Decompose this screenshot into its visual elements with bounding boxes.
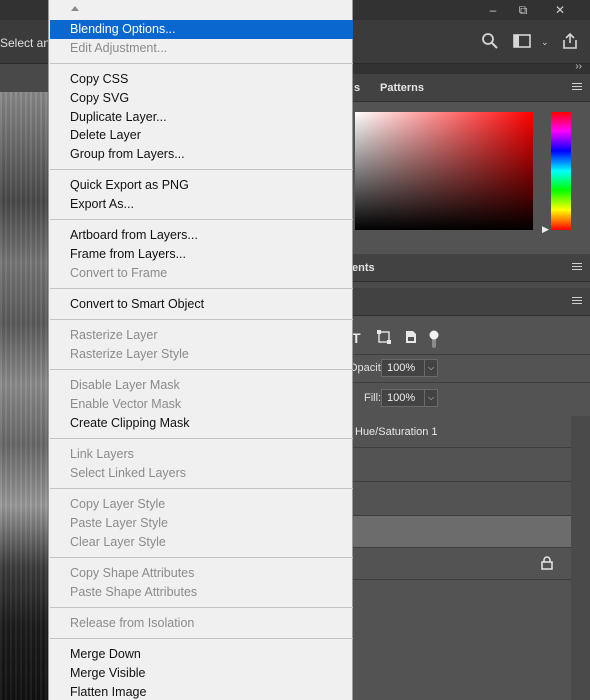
menu-item-copy-layer-style: Copy Layer Style	[70, 497, 166, 511]
document-canvas[interactable]	[0, 64, 48, 700]
menu-separator	[50, 219, 353, 221]
lock-icon	[541, 556, 553, 573]
menu-item-copy-css[interactable]: Copy CSS	[50, 70, 353, 89]
fill-dropdown[interactable]: ⌵	[424, 389, 438, 407]
menu-separator	[50, 488, 353, 489]
menu-item-copy-svg[interactable]: Copy SVG	[50, 89, 353, 108]
layers-divider	[353, 382, 590, 383]
layer-context-menu: Blending Options... Edit Adjustment... Cop…	[48, 0, 353, 700]
menu-item-frame-from-layers[interactable]: Frame from Layers...	[50, 245, 353, 264]
menu-item-clear-layer-style: Clear Layer Style	[70, 534, 166, 549]
photo-preview	[0, 92, 48, 700]
menu-separator	[50, 319, 353, 321]
scroll-up-button[interactable]	[49, 0, 354, 20]
menu-item-convert-to-frame: Convert to Frame	[70, 265, 168, 280]
restore-icon[interactable]: ⧉	[508, 0, 538, 20]
menu-item-duplicate-layer[interactable]: Duplicate Layer...	[50, 108, 353, 127]
menu-item-release-from-isolation: Release from Isolation	[70, 615, 195, 630]
menu-separator	[50, 288, 353, 289]
menu-item-enable-vector-mask: Enable Vector Mask	[70, 397, 182, 411]
hue-slider-handle-icon[interactable]: ▶	[542, 224, 549, 235]
menu-item-group-from-layers[interactable]: Group from Layers...	[50, 145, 353, 164]
panel-collapse-bar[interactable]: ››	[353, 61, 590, 74]
tab-adjustments[interactable]: ents	[352, 262, 375, 274]
menu-item-quick-export-as-png[interactable]: Quick Export as PNG	[50, 176, 353, 195]
double-chevron-icon[interactable]: ››	[575, 61, 582, 72]
chevron-down-icon[interactable]: ⌄	[541, 32, 549, 52]
panel-menu-icon[interactable]	[572, 263, 582, 271]
menu-item-edit-adjustment: Edit Adjustment...	[70, 40, 168, 55]
menu-item-create-clipping-mask[interactable]: Create Clipping Mask	[50, 414, 353, 433]
menu-item-link-layers: Link Layers	[70, 447, 134, 461]
document-tab[interactable]	[0, 64, 48, 92]
fill-field[interactable]: 100%	[381, 389, 425, 407]
layers-divider	[353, 354, 590, 355]
menu-item-flatten-image[interactable]: Flatten Image	[50, 683, 353, 700]
menu-item-disable-layer-mask: Disable Layer Mask	[70, 378, 180, 393]
opacity-dropdown[interactable]: ⌵	[424, 359, 438, 377]
fill-label: Fill:	[364, 392, 382, 404]
tab-patterns[interactable]: Patterns	[380, 82, 424, 94]
layer-row-background[interactable]	[353, 548, 571, 580]
share-icon[interactable]	[561, 32, 579, 55]
layer-row[interactable]	[353, 482, 571, 516]
scroll-up-icon	[71, 6, 79, 11]
panel-menu-icon[interactable]	[572, 83, 582, 91]
menu-separator	[50, 556, 353, 558]
layers-scrollbar[interactable]	[571, 416, 590, 700]
type-layer-filter-icon[interactable]: T	[352, 330, 361, 346]
layer-row[interactable]	[353, 448, 571, 482]
menu-separator	[50, 638, 353, 639]
adjustments-panel-tabs: ents	[352, 254, 590, 282]
color-picker-field[interactable]	[355, 112, 533, 230]
shape-layer-filter-icon[interactable]	[377, 330, 391, 347]
menu-item-paste-layer-style: Paste Layer Style	[70, 515, 168, 530]
menu-separator	[50, 438, 353, 439]
menu-item-copy-shape-attributes: Copy Shape Attributes	[70, 565, 195, 580]
search-icon[interactable]	[481, 32, 499, 55]
menu-item-paste-shape-attributes: Paste Shape Attributes	[70, 584, 198, 599]
menu-item-rasterize-layer-style: Rasterize Layer Style	[70, 347, 189, 361]
menu-item-artboard-from-layers[interactable]: Artboard from Layers...	[50, 226, 353, 245]
panel-menu-icon[interactable]	[572, 297, 582, 305]
menu-item-merge-visible[interactable]: Merge Visible	[50, 664, 353, 683]
menu-item-select-linked-layers: Select Linked Layers	[70, 465, 187, 480]
hue-slider[interactable]	[551, 112, 571, 230]
layer-row-selected[interactable]	[353, 516, 571, 548]
smart-object-filter-icon[interactable]	[405, 330, 417, 347]
layers-panel-tabs	[353, 288, 590, 316]
tab-swatches[interactable]: s	[354, 82, 360, 94]
menu-item-convert-to-smart-object[interactable]: Convert to Smart Object	[50, 295, 353, 314]
workspace-icon[interactable]	[512, 32, 532, 55]
filter-toggle-icon[interactable]	[429, 330, 439, 351]
menu-separator	[50, 369, 353, 371]
close-icon[interactable]: ✕	[545, 0, 575, 20]
menu-item-export-as[interactable]: Export As...	[50, 195, 353, 214]
menu-item-rasterize-layer: Rasterize Layer	[70, 328, 158, 343]
menu-item-merge-down[interactable]: Merge Down	[50, 645, 353, 664]
menu-separator	[50, 169, 353, 171]
menu-item-delete-layer[interactable]: Delete Layer	[50, 126, 353, 145]
menu-separator	[50, 63, 353, 64]
layer-name[interactable]: Hue/Saturation 1	[355, 426, 438, 438]
minimize-icon[interactable]: –	[478, 0, 508, 20]
menu-item-blending-options[interactable]: Blending Options...	[50, 20, 353, 39]
color-panel-tabs: s Patterns	[353, 74, 590, 102]
opacity-field[interactable]: 100%	[381, 359, 425, 377]
menu-separator	[50, 606, 353, 608]
